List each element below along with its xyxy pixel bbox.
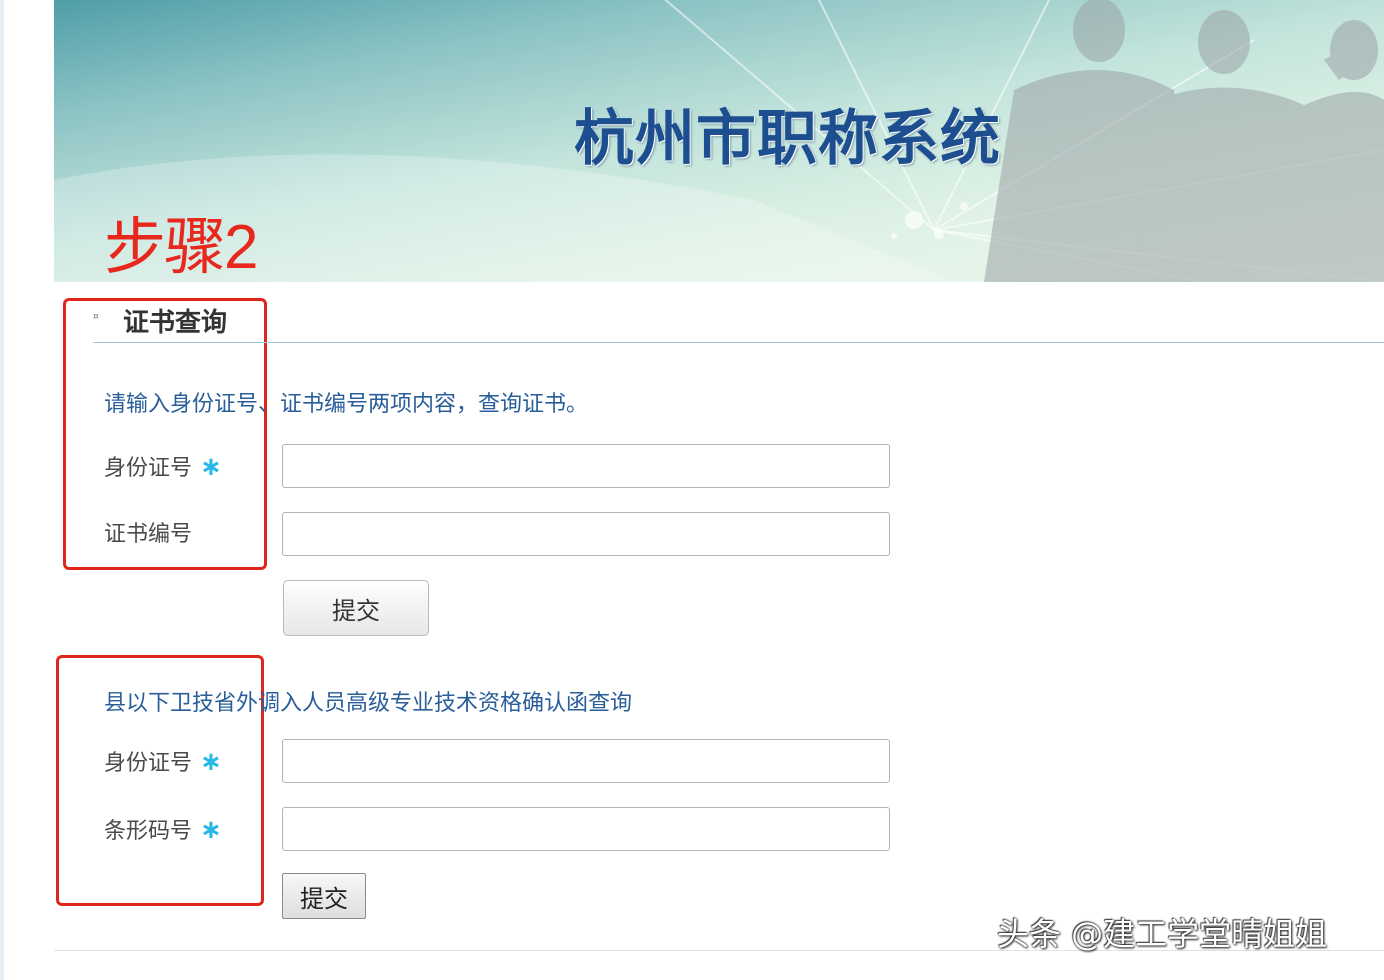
confirmation-submit-button[interactable]: 提交: [282, 873, 366, 919]
barcode-label-text: 条形码号: [104, 819, 193, 844]
confirmation-id-label-text: 身份证号: [104, 751, 193, 776]
section-divider: [93, 342, 1384, 343]
certificate-number-input[interactable]: [282, 512, 890, 556]
confirmation-instruction: 县以下卫技省外调入人员高级专业技术资格确认函查询: [104, 691, 633, 716]
section-title: 证书查询: [123, 308, 228, 338]
certificate-instruction: 请输入身份证号、证书编号两项内容，查询证书。: [104, 392, 589, 417]
system-title: 杭州市职称系统: [574, 104, 1001, 174]
id-number-label-text: 身份证号: [104, 456, 193, 481]
certificate-submit-button[interactable]: 提交: [283, 580, 429, 636]
step-annotation: 步骤2: [104, 213, 258, 282]
confirmation-id-input[interactable]: [282, 739, 890, 783]
left-edge: [0, 0, 4, 980]
required-asterisk-icon: ∗: [200, 815, 222, 845]
section-marker-icon: ¤: [93, 312, 99, 322]
id-number-label: 身份证号 ∗: [104, 452, 222, 484]
barcode-label: 条形码号 ∗: [104, 815, 222, 847]
required-asterisk-icon: ∗: [200, 452, 222, 482]
barcode-input[interactable]: [282, 807, 890, 851]
watermark: 头条 @建工学堂晴姐姐: [997, 915, 1328, 953]
required-asterisk-icon: ∗: [200, 747, 222, 777]
confirmation-id-label: 身份证号 ∗: [104, 747, 222, 779]
id-number-input[interactable]: [282, 444, 890, 488]
certificate-number-label: 证书编号: [104, 522, 193, 547]
